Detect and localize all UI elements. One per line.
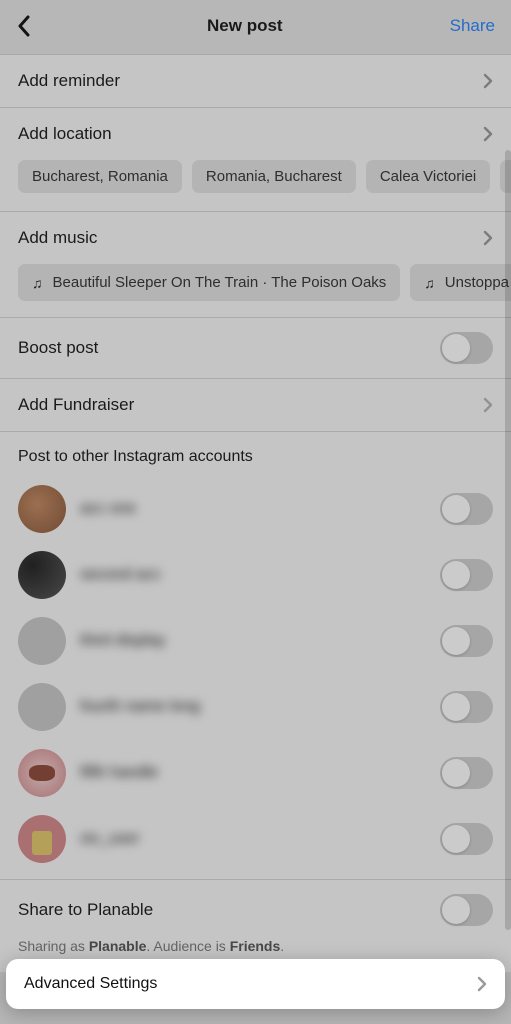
account-toggle[interactable] bbox=[440, 757, 493, 789]
advanced-settings-label: Advanced Settings bbox=[24, 975, 157, 993]
scrollbar[interactable] bbox=[505, 150, 511, 930]
avatar bbox=[18, 551, 66, 599]
other-accounts-header: Post to other Instagram accounts bbox=[0, 432, 511, 476]
advanced-settings-row[interactable]: Advanced Settings bbox=[6, 959, 505, 1009]
add-music-row[interactable]: Add music bbox=[0, 212, 511, 264]
add-location-row[interactable]: Add location bbox=[0, 108, 511, 160]
add-fundraiser-label: Add Fundraiser bbox=[18, 395, 134, 415]
music-chip[interactable]: ♫ Beautiful Sleeper On The Train · The P… bbox=[18, 264, 400, 301]
avatar bbox=[18, 683, 66, 731]
share-to-planable-label: Share to Planable bbox=[18, 900, 153, 920]
account-row: fifth handle bbox=[0, 740, 511, 806]
share-to-planable-row: Share to Planable bbox=[0, 880, 511, 932]
planable-note-app: Planable bbox=[89, 938, 147, 954]
account-toggle[interactable] bbox=[440, 625, 493, 657]
back-button[interactable] bbox=[8, 10, 40, 42]
add-location-label: Add location bbox=[18, 124, 112, 144]
header: New post Share bbox=[0, 0, 511, 54]
account-toggle[interactable] bbox=[440, 493, 493, 525]
account-row: acc one bbox=[0, 476, 511, 542]
fundraiser-section: Add Fundraiser bbox=[0, 378, 511, 432]
boost-post-row: Boost post bbox=[0, 318, 511, 378]
share-to-planable-toggle[interactable] bbox=[440, 894, 493, 926]
account-toggle[interactable] bbox=[440, 691, 493, 723]
planable-note-text: . bbox=[280, 938, 284, 954]
planable-note-audience: Friends bbox=[230, 938, 281, 954]
add-music-label: Add music bbox=[18, 228, 97, 248]
music-suggestions: ♫ Beautiful Sleeper On The Train · The P… bbox=[0, 264, 511, 317]
avatar bbox=[18, 485, 66, 533]
chevron-right-icon bbox=[483, 73, 493, 89]
chevron-right-icon bbox=[483, 397, 493, 413]
music-chip[interactable]: ♫ Unstoppa bbox=[410, 264, 511, 301]
add-reminder-row[interactable]: Add reminder bbox=[0, 55, 511, 107]
account-name: second acc bbox=[80, 566, 426, 584]
reminder-section: Add reminder bbox=[0, 54, 511, 108]
other-accounts-section: Post to other Instagram accounts acc one… bbox=[0, 431, 511, 880]
account-name: fourth name long bbox=[80, 698, 426, 716]
account-row: second acc bbox=[0, 542, 511, 608]
location-chip[interactable]: Calea Victoriei bbox=[366, 160, 490, 193]
page-title: New post bbox=[207, 16, 283, 36]
account-name: fifth handle bbox=[80, 764, 426, 782]
location-section: Add location Bucharest, Romania Romania,… bbox=[0, 107, 511, 212]
account-row: fourth name long bbox=[0, 674, 511, 740]
music-note-icon: ♫ bbox=[424, 275, 435, 291]
location-chip[interactable]: Bucharest, Romania bbox=[18, 160, 182, 193]
chevron-right-icon bbox=[483, 230, 493, 246]
add-fundraiser-row[interactable]: Add Fundraiser bbox=[0, 379, 511, 431]
account-name: six_user bbox=[80, 830, 426, 848]
account-toggle[interactable] bbox=[440, 823, 493, 855]
account-row: six_user bbox=[0, 806, 511, 879]
account-toggle[interactable] bbox=[440, 559, 493, 591]
add-reminder-label: Add reminder bbox=[18, 71, 120, 91]
location-chip[interactable]: Romania, Bucharest bbox=[192, 160, 356, 193]
music-section: Add music ♫ Beautiful Sleeper On The Tra… bbox=[0, 211, 511, 318]
account-row: third display bbox=[0, 608, 511, 674]
location-suggestions: Bucharest, Romania Romania, Bucharest Ca… bbox=[0, 160, 511, 211]
boost-post-toggle[interactable] bbox=[440, 332, 493, 364]
planable-note-text: . Audience is bbox=[146, 938, 229, 954]
account-name: acc one bbox=[80, 500, 426, 518]
avatar bbox=[18, 617, 66, 665]
chevron-left-icon bbox=[17, 15, 31, 37]
boost-section: Boost post bbox=[0, 317, 511, 379]
music-chip-label: Beautiful Sleeper On The Train · The Poi… bbox=[53, 274, 387, 291]
boost-post-label: Boost post bbox=[18, 338, 98, 358]
music-note-icon: ♫ bbox=[32, 275, 43, 291]
share-button[interactable]: Share bbox=[450, 16, 495, 36]
chevron-right-icon bbox=[483, 126, 493, 142]
planable-note-text: Sharing as bbox=[18, 938, 89, 954]
account-name: third display bbox=[80, 632, 426, 650]
chevron-right-icon bbox=[477, 976, 487, 992]
music-chip-label: Unstoppa bbox=[445, 274, 509, 291]
avatar bbox=[18, 815, 66, 863]
avatar bbox=[18, 749, 66, 797]
